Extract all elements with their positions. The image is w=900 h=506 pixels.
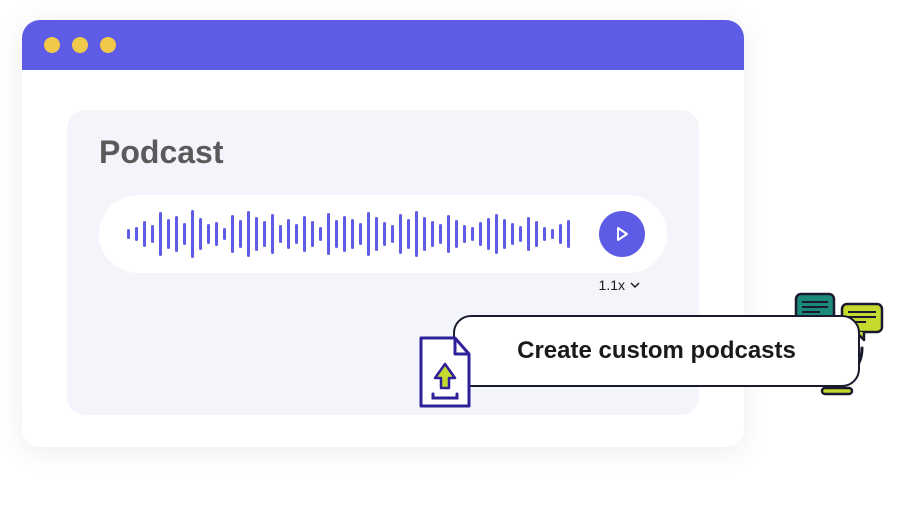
speed-value: 1.1x: [599, 277, 625, 293]
upload-document-icon[interactable]: [415, 334, 475, 410]
waveform-bar: [151, 225, 154, 243]
waveform-bar: [183, 223, 186, 245]
waveform-bar: [407, 219, 410, 249]
waveform-bar: [375, 217, 378, 251]
waveform-bar: [295, 224, 298, 244]
waveform-bar: [287, 219, 290, 249]
waveform-bar: [559, 224, 562, 244]
waveform-bar: [543, 227, 546, 241]
waveform-bar: [159, 212, 162, 256]
waveform-bar: [415, 211, 418, 257]
waveform-bar: [303, 216, 306, 252]
waveform-bar: [495, 214, 498, 254]
waveform-bar: [231, 215, 234, 253]
waveform-bar: [247, 211, 250, 257]
waveform-icon[interactable]: [127, 206, 583, 262]
waveform-bar: [367, 212, 370, 256]
waveform-bar: [127, 229, 130, 239]
waveform-bar: [455, 220, 458, 248]
traffic-light-close-icon[interactable]: [44, 37, 60, 53]
waveform-bar: [503, 219, 506, 249]
waveform-bar: [135, 227, 138, 241]
chevron-down-icon: [629, 281, 641, 289]
waveform-bar: [391, 225, 394, 243]
waveform-bar: [479, 222, 482, 246]
waveform-bar: [359, 223, 362, 245]
speed-selector[interactable]: 1.1x: [599, 277, 641, 293]
waveform-bar: [327, 213, 330, 255]
waveform-bar: [143, 221, 146, 247]
titlebar: [22, 20, 744, 70]
waveform-bar: [463, 225, 466, 243]
waveform-bar: [311, 221, 314, 247]
traffic-light-minimize-icon[interactable]: [72, 37, 88, 53]
waveform-bar: [335, 220, 338, 248]
audio-player: 1.1x: [99, 195, 667, 273]
waveform-bar: [167, 219, 170, 249]
waveform-bar: [383, 222, 386, 246]
waveform-bar: [199, 218, 202, 250]
waveform-bar: [279, 225, 282, 243]
play-icon: [613, 225, 631, 243]
waveform-bar: [215, 222, 218, 246]
waveform-bar: [551, 229, 554, 239]
waveform-bar: [239, 220, 242, 248]
waveform-bar: [271, 214, 274, 254]
waveform-bar: [343, 216, 346, 252]
waveform-bar: [439, 224, 442, 244]
waveform-bar: [511, 223, 514, 245]
panel-title: Podcast: [99, 134, 667, 171]
waveform-bar: [527, 217, 530, 251]
waveform-bar: [263, 221, 266, 247]
waveform-bar: [423, 217, 426, 251]
waveform-bar: [535, 221, 538, 247]
waveform-bar: [471, 227, 474, 241]
traffic-light-maximize-icon[interactable]: [100, 37, 116, 53]
waveform-bar: [223, 228, 226, 240]
waveform-bar: [175, 216, 178, 252]
waveform-bar: [519, 226, 522, 242]
waveform-bar: [431, 221, 434, 247]
waveform-bar: [319, 227, 322, 241]
waveform-bar: [207, 224, 210, 244]
waveform-bar: [487, 218, 490, 250]
waveform-bar: [351, 219, 354, 249]
waveform-bar: [191, 210, 194, 258]
create-podcasts-callout[interactable]: Create custom podcasts: [453, 315, 860, 387]
waveform-bar: [447, 215, 450, 253]
waveform-bar: [399, 214, 402, 254]
play-button[interactable]: [599, 211, 645, 257]
waveform-bar: [567, 220, 570, 248]
callout-label: Create custom podcasts: [517, 337, 796, 365]
waveform-bar: [255, 217, 258, 251]
